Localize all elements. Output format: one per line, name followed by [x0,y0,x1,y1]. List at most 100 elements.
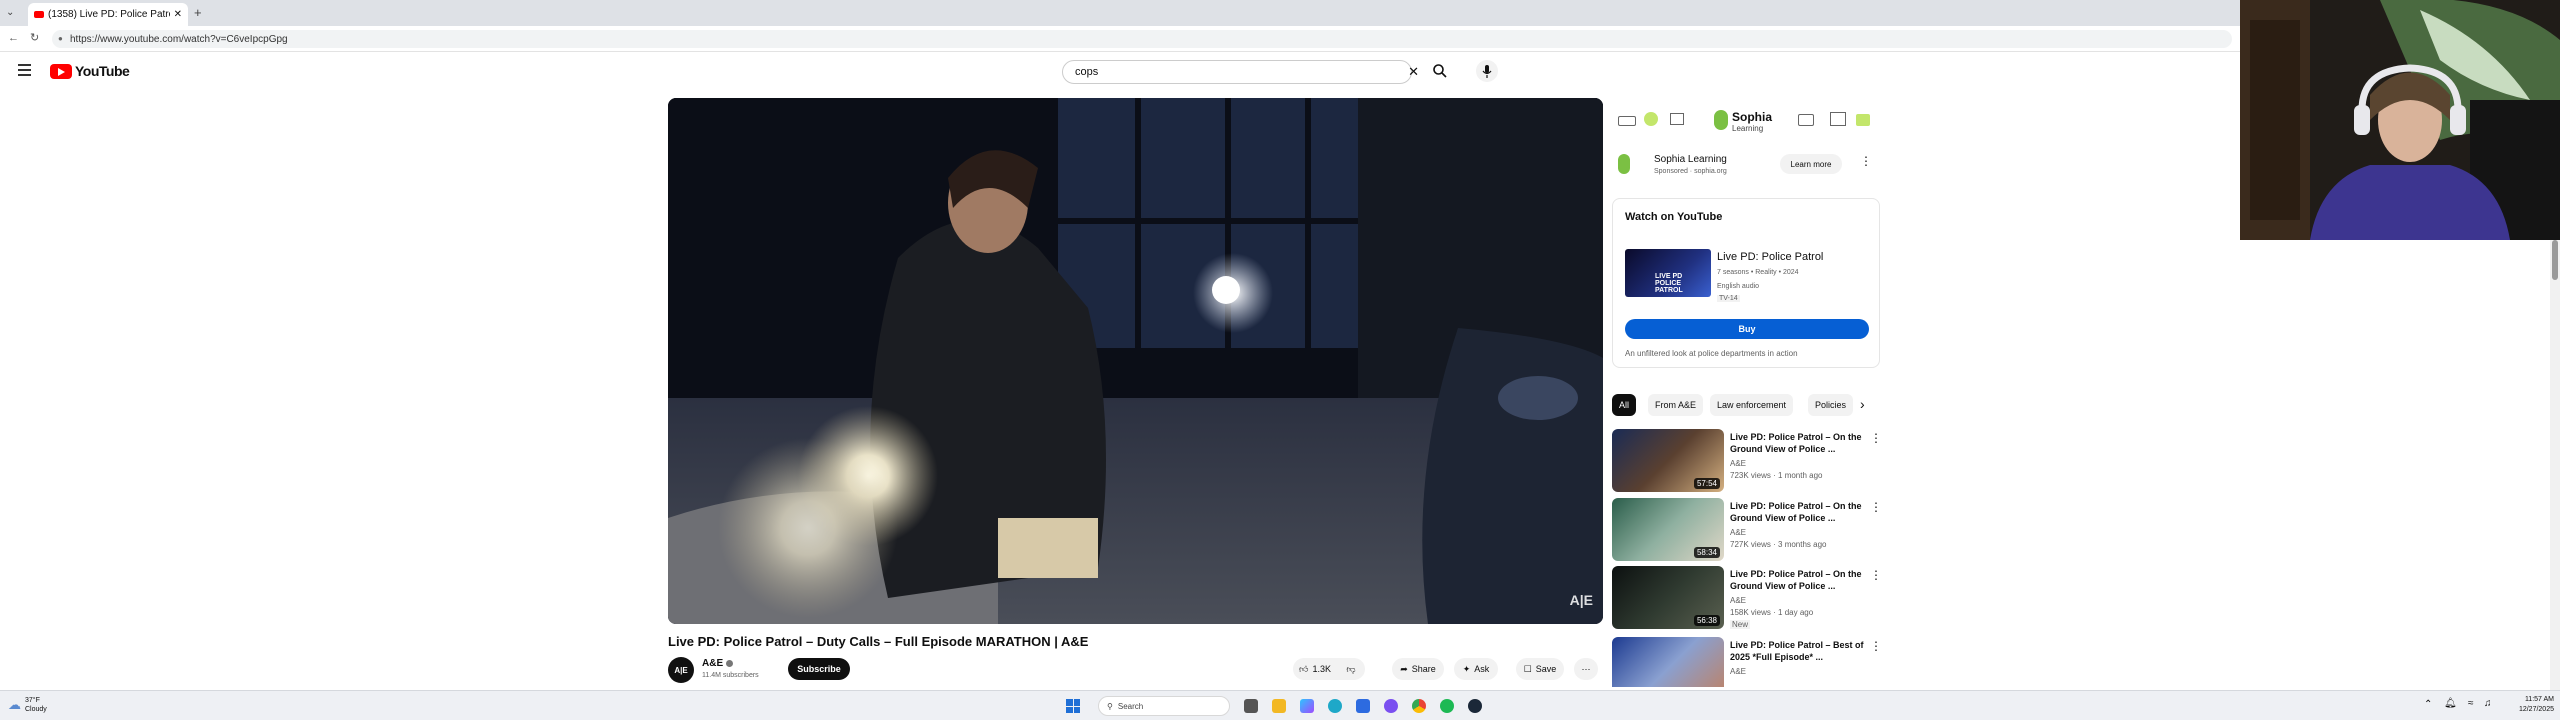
scrollbar-thumb[interactable] [2552,240,2558,280]
search-input[interactable]: cops [1075,66,1411,78]
learn-more-button[interactable]: Learn more [1780,154,1842,174]
share-button[interactable]: ➦ Share [1392,658,1444,680]
file-explorer-icon[interactable] [1272,699,1286,713]
copilot-icon[interactable] [1300,699,1314,713]
more-actions-button[interactable]: ⋯ [1574,658,1598,680]
spotify-icon[interactable] [1440,699,1454,713]
chip-policies[interactable]: Policies [1808,394,1854,416]
back-icon[interactable]: ← [8,32,19,44]
url-field[interactable]: ● https://www.youtube.com/watch?v=C6veIp… [52,30,2232,48]
subscribe-button[interactable]: Subscribe [788,658,850,680]
search-box: cops ✕ [1062,60,1419,84]
list-item[interactable]: 58:34 Live PD: Police Patrol – On the Gr… [1612,498,1882,562]
taskbar-search-icon: ⚲ [1107,701,1113,711]
show-rating: TV-14 [1717,295,1740,302]
chip-all[interactable]: All [1612,394,1637,416]
video-thumbnail[interactable] [1612,637,1724,687]
watch-card-heading: Watch on YouTube [1625,211,1723,223]
chip-law-enforcement[interactable]: Law enforcement [1710,394,1794,416]
dislike-button[interactable]: 👎︎ [1337,658,1365,680]
save-button[interactable]: ☐ Save [1516,658,1564,680]
steam-icon[interactable] [1468,699,1482,713]
tab-title: (1358) Live PD: Police Patrol - [48,9,170,20]
thumbs-up-icon: 👍︎ [1299,663,1309,674]
browser-tab-active[interactable]: (1358) Live PD: Police Patrol - ✕ [28,3,188,26]
video-player[interactable]: A|E [668,98,1603,624]
store-icon[interactable] [1356,699,1370,713]
ad-banner[interactable]: Sophia Learning [1612,100,1880,144]
ad-card[interactable]: Sophia Learning Sponsored · sophia.org L… [1612,146,1880,188]
video-thumbnail[interactable]: 56:38 [1612,566,1724,629]
video-meta: 727K views · 3 months ago [1730,540,1827,549]
video-duration: 58:34 [1693,547,1720,558]
reload-icon[interactable]: ↻ [30,31,39,44]
clock-date: 12/27/2025 [2518,706,2554,713]
tab-close-icon[interactable]: ✕ [174,9,182,20]
edge-icon[interactable] [1328,699,1342,713]
wifi-icon[interactable]: ≈ [2468,698,2474,709]
webcam-image [2240,0,2560,240]
ad-building-icon [1830,112,1846,126]
channel-name: A&E [1730,459,1747,468]
voice-search-button[interactable] [1476,60,1498,82]
advertiser-logo-icon [1618,154,1630,174]
start-button[interactable] [1066,699,1080,713]
ad-bus-icon [1798,114,1814,126]
more-icon[interactable]: ⋮ [1870,639,1882,653]
task-view-icon[interactable] [1244,699,1258,713]
ad-menu-icon[interactable]: ⋮ [1860,154,1872,168]
more-icon[interactable]: ⋮ [1870,568,1882,582]
sophia-logo-icon [1714,110,1728,130]
ad-trophy-icon [1670,113,1684,125]
tray-chevron-icon[interactable]: ⌃ [2424,699,2432,710]
clock-time: 11:57 AM [2524,696,2554,703]
volume-icon[interactable]: ♫ [2484,698,2492,709]
clock[interactable]: 11:57 AM 12/27/2025 [2506,695,2554,715]
ad-sponsored-text: Sponsored · sophia.org [1654,168,1727,175]
microphone-icon [1482,64,1492,78]
channel-name[interactable]: A&E [702,658,723,669]
ad-tag-icon [1856,114,1870,126]
page-scrollbar[interactable] [2550,240,2560,690]
show-thumbnail-text: LIVE PD POLICE PATROL [1655,273,1683,294]
more-icon[interactable]: ⋮ [1870,431,1882,445]
verified-icon [726,660,733,667]
buy-button[interactable]: Buy [1625,319,1869,339]
clear-search-icon[interactable]: ✕ [1408,64,1419,80]
taskbar-search-box[interactable]: ⚲ Search [1098,696,1230,716]
youtube-favicon-icon [34,11,44,18]
show-description: An unfiltered look at police departments… [1625,349,1798,358]
ad-badge-icon [1644,112,1658,126]
show-title[interactable]: Live PD: Police Patrol [1717,251,1823,263]
url-text: https://www.youtube.com/watch?v=C6veIpcp… [70,33,288,45]
save-label: Save [1535,664,1557,674]
list-item[interactable]: 57:54 Live PD: Police Patrol – On the Gr… [1612,429,1882,493]
video-thumbnail[interactable]: 57:54 [1612,429,1724,492]
weather-widget[interactable]: ☁ 37°F Cloudy [8,696,47,714]
ask-button[interactable]: ✦ Ask [1454,658,1498,680]
like-button[interactable]: 👍︎ 1.3K [1293,658,1337,680]
video-thumbnail[interactable]: 58:34 [1612,498,1724,561]
chips-next-icon[interactable]: › [1860,396,1865,412]
new-badge: New [1730,620,1751,629]
chrome-icon[interactable] [1412,699,1426,713]
youtube-logo[interactable]: YouTube [50,63,130,79]
site-info-icon[interactable]: ● [58,34,63,43]
cloud-icon: ☁ [8,697,21,712]
more-icon[interactable]: ⋮ [1870,500,1882,514]
show-thumbnail[interactable]: LIVE PD POLICE PATROL [1625,249,1711,297]
menu-icon[interactable] [18,64,31,76]
list-item[interactable]: Live PD: Police Patrol – Best of 2025 *F… [1612,637,1882,687]
tab-list-chevron-icon[interactable]: ⌄ [6,7,14,18]
notification-icon[interactable]: 🔔︎ [2444,698,2457,709]
channel-avatar[interactable]: A|E [668,657,694,683]
new-tab-icon[interactable]: + [194,5,202,20]
thumbs-down-icon: 👎︎ [1346,663,1356,674]
chip-from-ae[interactable]: From A&E [1648,394,1704,416]
search-button[interactable] [1432,63,1448,84]
messenger-icon[interactable] [1384,699,1398,713]
advertiser-name: Sophia Learning [1654,154,1727,165]
video-title: Live PD: Police Patrol – On the Ground V… [1730,432,1862,454]
list-item[interactable]: 56:38 Live PD: Police Patrol – On the Gr… [1612,566,1882,630]
video-meta: 158K views · 1 day ago [1730,608,1814,617]
